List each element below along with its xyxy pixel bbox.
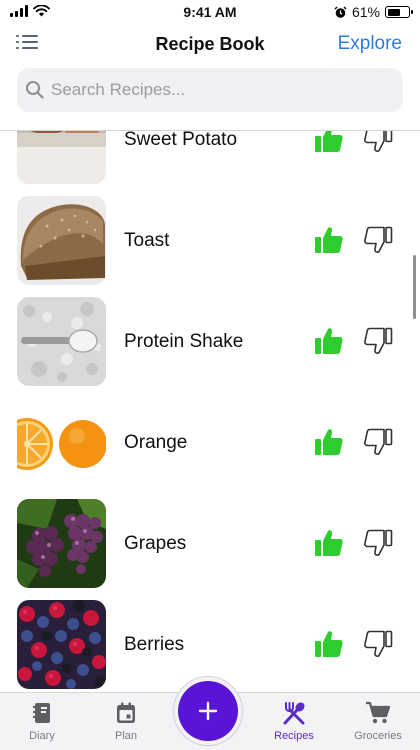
- add-recipe-button[interactable]: [178, 681, 238, 741]
- thumbs-up-icon[interactable]: [314, 131, 344, 153]
- calendar-icon: [117, 702, 135, 723]
- thumbs-up-icon[interactable]: [314, 529, 344, 557]
- battery-level: [387, 8, 400, 16]
- scroll-indicator[interactable]: [413, 255, 416, 319]
- status-right: 61%: [334, 4, 413, 20]
- fork-spoon-icon: [283, 702, 305, 725]
- tab-label: Recipes: [274, 730, 314, 742]
- recipe-list[interactable]: Sweet Potato Toast Protein Shake Orange …: [0, 131, 420, 692]
- tab-label: Diary: [29, 730, 55, 742]
- recipe-name: Orange: [124, 432, 188, 453]
- thumbs-down-icon[interactable]: [363, 327, 393, 355]
- thumbs-down-icon[interactable]: [363, 131, 393, 153]
- nav-bar: Recipe Book Explore: [0, 24, 420, 68]
- thumbs-down-icon[interactable]: [363, 226, 393, 254]
- search-icon: [26, 81, 44, 99]
- recipe-name: Berries: [124, 634, 185, 655]
- recipe-row[interactable]: Toast: [0, 190, 420, 291]
- thumbs-down-icon[interactable]: [363, 529, 393, 557]
- battery-icon: [385, 6, 413, 18]
- recipe-name: Toast: [124, 230, 170, 251]
- battery-percent: 61%: [351, 4, 380, 20]
- tab-label: Groceries: [354, 730, 402, 742]
- tab-plan[interactable]: Plan: [84, 693, 168, 750]
- mixed-berries-photo: [17, 600, 106, 689]
- thumbs-up-icon[interactable]: [314, 327, 344, 355]
- tab-diary[interactable]: Diary: [0, 693, 84, 750]
- recipe-row[interactable]: Sweet Potato: [0, 131, 420, 190]
- sweet-potato-photo: [17, 131, 106, 184]
- purple-grapes-photo: [17, 499, 106, 588]
- cart-icon: [366, 701, 391, 724]
- recipe-row[interactable]: Orange: [0, 392, 420, 493]
- search-bar[interactable]: [17, 68, 403, 112]
- tab-recipes[interactable]: Recipes: [252, 693, 336, 750]
- recipe-name: Protein Shake: [124, 331, 244, 352]
- search-input[interactable]: [51, 68, 391, 112]
- tab-label: Plan: [114, 730, 138, 742]
- recipe-name: Grapes: [124, 533, 187, 554]
- recipe-row[interactable]: Berries: [0, 594, 420, 692]
- thumbs-down-icon[interactable]: [363, 428, 393, 456]
- protein-powder-scoop-photo: [17, 297, 106, 386]
- diary-icon: [33, 703, 50, 723]
- recipe-name: Sweet Potato: [124, 131, 238, 150]
- explore-button[interactable]: Explore: [338, 33, 402, 55]
- recipe-row[interactable]: Grapes: [0, 493, 420, 594]
- plus-icon: [198, 701, 218, 721]
- tab-groceries[interactable]: Groceries: [336, 693, 420, 750]
- alarm-icon: [334, 6, 347, 18]
- orange-halves-photo: [17, 398, 106, 487]
- bread-loaf-photo: [17, 196, 106, 285]
- thumbs-down-icon[interactable]: [363, 630, 393, 658]
- recipe-row[interactable]: Protein Shake: [0, 291, 420, 392]
- thumbs-up-icon[interactable]: [314, 226, 344, 254]
- status-bar: 9:41 AM 61%: [0, 0, 420, 24]
- thumbs-up-icon[interactable]: [314, 630, 344, 658]
- thumbs-up-icon[interactable]: [314, 428, 344, 456]
